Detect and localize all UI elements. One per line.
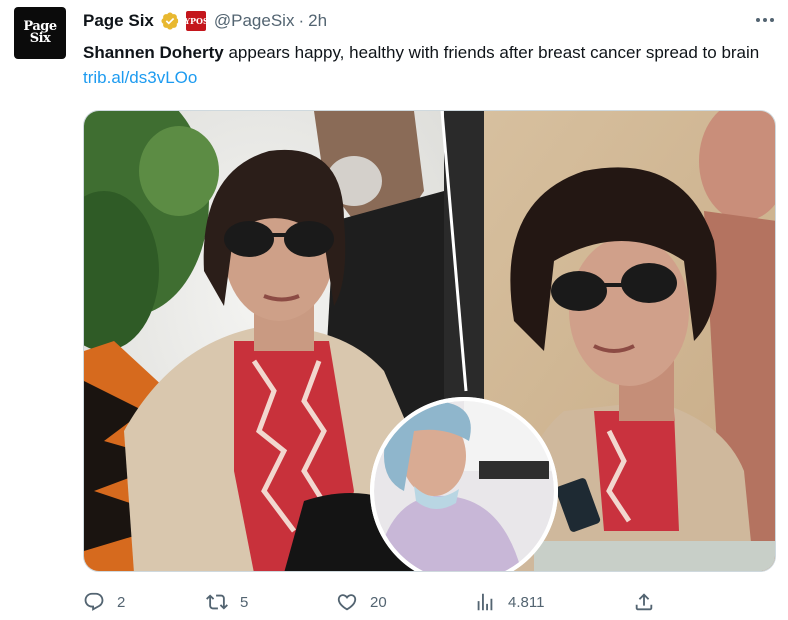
- like-button[interactable]: 20: [336, 588, 387, 616]
- views-bar-chart-icon: [477, 593, 493, 611]
- tweet-action-bar: 2 5 20 4.811: [0, 588, 788, 616]
- author-avatar[interactable]: Page Six: [14, 7, 66, 59]
- reply-icon: [84, 592, 104, 611]
- retweet-icon: [206, 594, 228, 610]
- tweet-text: Shannen Doherty appears happy, healthy w…: [83, 40, 773, 90]
- retweet-count: 5: [240, 593, 249, 611]
- tweet-link[interactable]: trib.al/ds3vLOo: [83, 68, 197, 87]
- heart-icon: [337, 594, 357, 611]
- tweet-text-bold-name: Shannen Doherty: [83, 43, 224, 62]
- separator-dot: ·: [298, 11, 305, 30]
- author-handle[interactable]: @PageSix: [214, 11, 295, 31]
- tweet-header: Page Six NY POST @PageSix · 2h: [83, 7, 327, 35]
- tweet-time[interactable]: 2h: [308, 11, 327, 31]
- reply-count: 2: [117, 593, 126, 611]
- tweet-text-body: appears happy, healthy with friends afte…: [223, 43, 760, 62]
- share-button[interactable]: [633, 588, 655, 616]
- views-button[interactable]: 4.811: [474, 588, 544, 616]
- photo-collage: [84, 111, 775, 571]
- views-count: 4.811: [508, 593, 545, 611]
- avatar-text-line2: Six: [29, 31, 51, 46]
- tweet-media-photo[interactable]: [83, 110, 776, 572]
- affiliate-badge[interactable]: NY POST: [177, 11, 215, 31]
- more-dots-icon[interactable]: [752, 9, 778, 31]
- author-name[interactable]: Page Six: [83, 11, 154, 31]
- retweet-button[interactable]: 5: [206, 588, 248, 616]
- reply-button[interactable]: 2: [83, 588, 125, 616]
- like-count: 20: [370, 593, 387, 611]
- affiliate-badge-line1: NY: [177, 15, 191, 26]
- affiliate-badge-line2: POST: [190, 15, 215, 26]
- share-icon: [635, 593, 653, 611]
